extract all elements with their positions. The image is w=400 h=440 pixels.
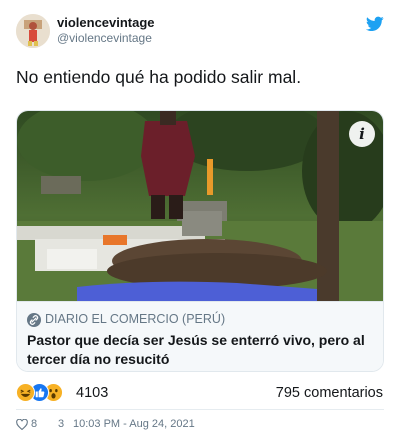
tweet-text: No entiendo qué ha podido salir mal. bbox=[16, 67, 302, 87]
card-headline[interactable]: Pastor que decía ser Jesús se enterró vi… bbox=[27, 331, 379, 369]
author-handle[interactable]: @violencevintage bbox=[57, 31, 152, 45]
like-count[interactable]: 8 bbox=[31, 418, 37, 430]
haha-icon bbox=[16, 383, 35, 402]
timestamp[interactable]: 10:03 PM - Aug 24, 2021 bbox=[73, 418, 195, 430]
info-icon[interactable]: i bbox=[349, 121, 375, 147]
embedded-tweet: violencevintage @violencevintage No enti… bbox=[0, 0, 400, 440]
author-display-name[interactable]: violencevintage bbox=[57, 15, 155, 30]
link-icon bbox=[27, 313, 41, 327]
divider bbox=[16, 409, 384, 410]
card-photo[interactable] bbox=[17, 111, 384, 301]
reply-count[interactable]: 3 bbox=[58, 418, 64, 430]
card-source: DIARIO EL COMERCIO (PERÚ) bbox=[45, 312, 226, 326]
twitter-bird-icon[interactable] bbox=[366, 16, 384, 32]
link-card[interactable]: i DIARIO EL COMERCIO (PERÚ) Pastor que d… bbox=[16, 110, 384, 372]
avatar[interactable] bbox=[16, 14, 50, 48]
reaction-count: 4103 bbox=[76, 385, 109, 401]
comments-count[interactable]: 795 comentarios bbox=[276, 385, 383, 401]
heart-icon[interactable] bbox=[16, 419, 28, 430]
card-body[interactable]: DIARIO EL COMERCIO (PERÚ) Pastor que dec… bbox=[17, 301, 383, 371]
tweet-footer: 8 3 10:03 PM - Aug 24, 2021 bbox=[16, 418, 384, 432]
